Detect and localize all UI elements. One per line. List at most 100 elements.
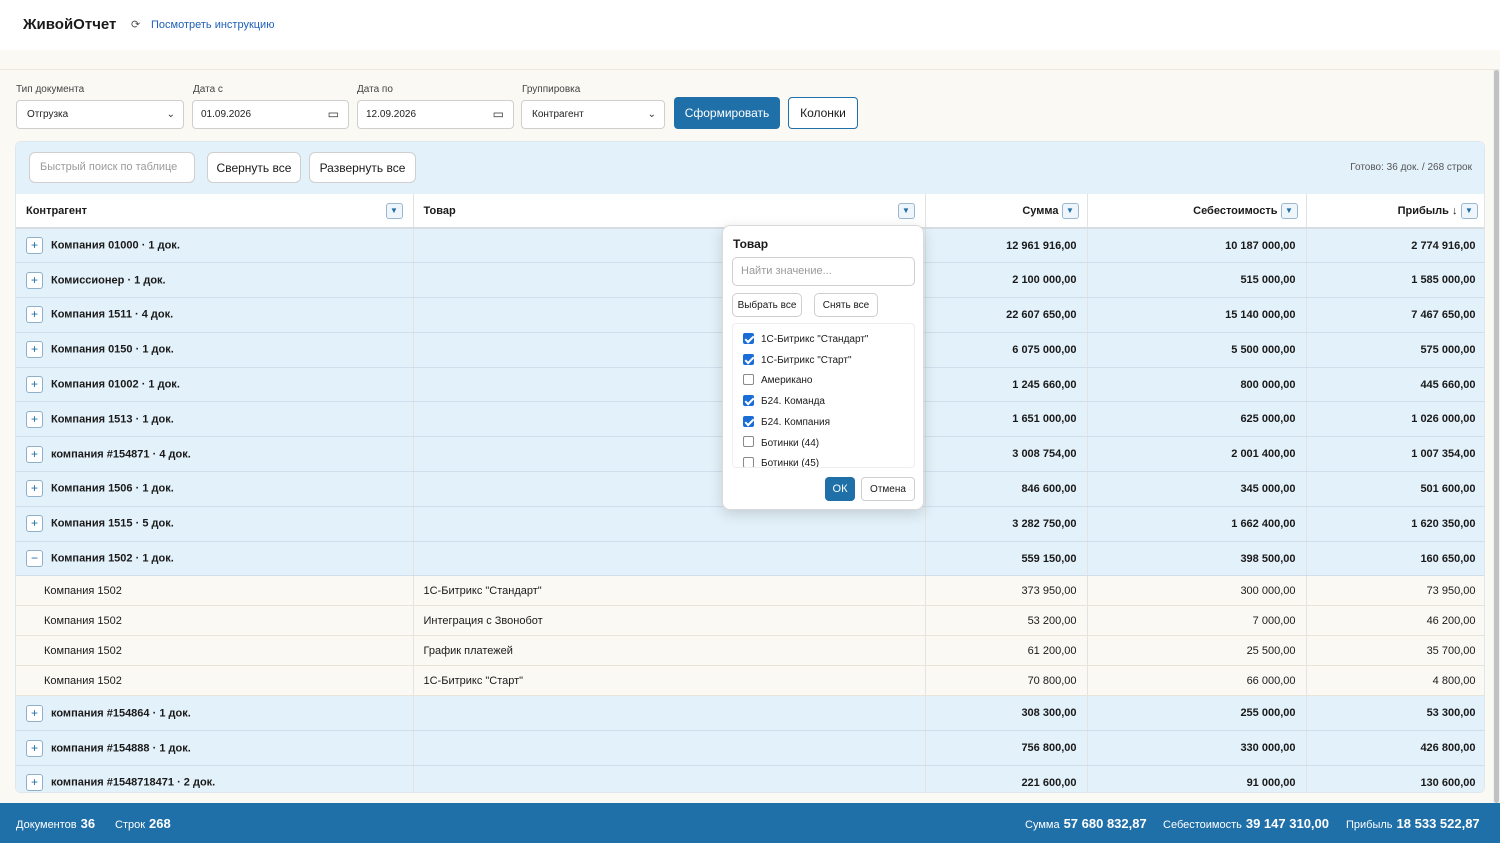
footer-sum-value: 57 680 832,87: [1063, 816, 1147, 831]
calendar-icon[interactable]: ▭: [328, 101, 339, 128]
filter-value-label: Ботинки (44): [761, 437, 820, 449]
filter-value-label: 1С-Битрикс "Старт": [761, 354, 852, 366]
quick-search-input[interactable]: Быстрый поиск по таблице: [29, 152, 195, 183]
filter-value-item[interactable]: 1С-Битрикс "Старт": [743, 353, 852, 369]
table-row: Компания 1502 1С-Битрикс "Стандарт" 373 95…: [16, 575, 1484, 607]
group-row[interactable]: + Компания 1515 · 5 док. 3 282 750,00 1 662…: [16, 506, 1484, 542]
group-row[interactable]: + компания #154864 · 1 док. 308 300,00 255 …: [16, 695, 1484, 732]
cost-cell: 10 187 000,00: [1087, 228, 1307, 264]
ok-button[interactable]: ОК: [825, 477, 855, 501]
column-header-cost[interactable]: Себестоимость ▼: [1087, 194, 1307, 229]
product-cell: [413, 730, 926, 767]
filter-icon[interactable]: ▼: [1460, 203, 1478, 219]
cost-cell: 66 000,00: [1087, 665, 1307, 697]
filter-icon[interactable]: ▼: [385, 203, 403, 219]
expand-toggle-icon[interactable]: +: [26, 480, 43, 498]
sum-cell: 61 200,00: [925, 635, 1088, 667]
header-divider: [0, 50, 1500, 70]
expand-toggle-icon[interactable]: +: [26, 341, 43, 359]
checkbox-unchecked[interactable]: [743, 436, 754, 448]
calendar-icon[interactable]: ▭: [493, 101, 504, 128]
product-cell: [413, 541, 926, 577]
sum-cell: 308 300,00: [925, 695, 1088, 732]
sum-cell: 2 100 000,00: [925, 262, 1088, 299]
popup-value-list: 1С-Битрикс "Стандарт" 1С-Битрикс "Старт" А…: [732, 323, 915, 468]
expand-toggle-icon[interactable]: +: [26, 237, 43, 255]
grouping-select[interactable]: Контрагент ⌄: [521, 100, 665, 129]
column-header-profit[interactable]: Прибыль ↓ ▼: [1306, 194, 1484, 229]
group-row[interactable]: + компания #154888 · 1 док. 756 800,00 330 …: [16, 730, 1484, 767]
summary-footer: Документов 36 Строк 268 Сумма 57 680 832,87…: [0, 803, 1500, 843]
profit-cell: 73 950,00: [1306, 575, 1484, 607]
product-cell: График платежей: [413, 635, 926, 667]
group-row[interactable]: + компания #1548718471 · 2 док. 221 600,00…: [16, 765, 1484, 792]
column-header-counterparty[interactable]: Контрагент ▼: [16, 194, 414, 229]
filter-value-item[interactable]: 1С-Битрикс "Стандарт": [743, 332, 868, 348]
checkbox-unchecked[interactable]: [743, 457, 754, 467]
refresh-icon[interactable]: ⟳: [131, 18, 140, 31]
expand-toggle-icon[interactable]: +: [26, 271, 43, 289]
columns-button[interactable]: Колонки: [788, 97, 858, 129]
cost-cell: 300 000,00: [1087, 575, 1307, 607]
popup-title: Товар: [733, 237, 769, 251]
help-link[interactable]: Посмотреть инструкцию: [151, 19, 274, 31]
counterparty-cell: Компания 0150 · 1 док.: [51, 343, 174, 356]
checkbox-checked[interactable]: [743, 415, 754, 427]
expand-toggle-icon[interactable]: +: [26, 739, 43, 757]
sum-cell: 221 600,00: [925, 765, 1088, 792]
footer-cost-value: 39 147 310,00: [1245, 816, 1329, 831]
expand-toggle-icon[interactable]: +: [26, 704, 43, 722]
expand-all-button[interactable]: Развернуть все: [309, 152, 416, 183]
filter-value-label: 1С-Битрикс "Стандарт": [761, 334, 869, 345]
expand-toggle-icon[interactable]: +: [26, 445, 43, 463]
checkbox-unchecked[interactable]: [743, 374, 754, 386]
expand-toggle-icon[interactable]: +: [26, 774, 43, 792]
filter-value-label: Ботинки (45): [761, 458, 820, 468]
expand-toggle-icon[interactable]: +: [26, 515, 43, 533]
expand-toggle-icon[interactable]: +: [26, 306, 43, 324]
column-header-sum[interactable]: Сумма ▼: [925, 194, 1088, 229]
filter-value-item[interactable]: Ботинки (45): [743, 456, 820, 468]
expand-toggle-icon[interactable]: +: [26, 376, 43, 394]
doc-type-select[interactable]: Отгрузка ⌄: [16, 100, 184, 129]
collapse-toggle-icon[interactable]: −: [26, 550, 43, 568]
date-to-label: Дата по: [357, 84, 393, 95]
checkbox-checked[interactable]: [743, 332, 754, 344]
cost-cell: 5 500 000,00: [1087, 332, 1307, 368]
counterparty-cell: компания #154864 · 1 док.: [51, 707, 191, 720]
profit-cell: 130 600,00: [1306, 765, 1484, 792]
page-scrollbar[interactable]: [1493, 70, 1500, 803]
scrollbar-thumb[interactable]: [1494, 70, 1499, 803]
cost-cell: 2 001 400,00: [1087, 436, 1307, 473]
filter-value-item[interactable]: Б24. Компания: [743, 415, 830, 431]
filter-value-item[interactable]: Б24. Команда: [743, 394, 825, 410]
cost-cell: 25 500,00: [1087, 635, 1307, 667]
cancel-button[interactable]: Отмена: [861, 477, 915, 501]
counterparty-cell: Компания 1511 · 4 док.: [51, 308, 174, 321]
column-header-product[interactable]: Товар ▼: [413, 194, 926, 229]
footer-profit-label: Прибыль: [1346, 819, 1393, 831]
profit-cell: 35 700,00: [1306, 635, 1484, 667]
filter-value-item[interactable]: Американо: [743, 373, 813, 389]
date-from-input[interactable]: 01.09.2026 ▭: [192, 100, 349, 129]
clear-all-button[interactable]: Снять все: [814, 293, 878, 317]
checkbox-checked[interactable]: [743, 394, 754, 406]
group-row[interactable]: − Компания 1502 · 1 док. 559 150,00 398 500…: [16, 541, 1484, 577]
top-bar: ЖивойОтчет ⟳ Посмотреть инструкцию: [0, 0, 1500, 50]
footer-rows: Строк 268: [115, 816, 171, 831]
date-to-input[interactable]: 12.09.2026 ▭: [357, 100, 514, 129]
expand-toggle-icon[interactable]: +: [26, 410, 43, 428]
cost-cell: 625 000,00: [1087, 401, 1307, 438]
profit-cell: 46 200,00: [1306, 605, 1484, 637]
generate-button[interactable]: Сформировать: [674, 97, 780, 129]
filter-value-item[interactable]: Ботинки (44): [743, 436, 819, 452]
filter-icon[interactable]: ▼: [1280, 203, 1298, 219]
collapse-all-button[interactable]: Свернуть все: [207, 152, 301, 183]
filter-icon[interactable]: ▼: [1061, 203, 1079, 219]
select-all-button[interactable]: Выбрать все: [732, 293, 802, 317]
footer-docs: Документов 36: [16, 816, 95, 831]
filter-icon[interactable]: ▼: [897, 203, 915, 219]
checkbox-checked[interactable]: [743, 353, 754, 365]
popup-search-input[interactable]: Найти значение...: [732, 257, 915, 286]
cost-cell: 91 000,00: [1087, 765, 1307, 792]
